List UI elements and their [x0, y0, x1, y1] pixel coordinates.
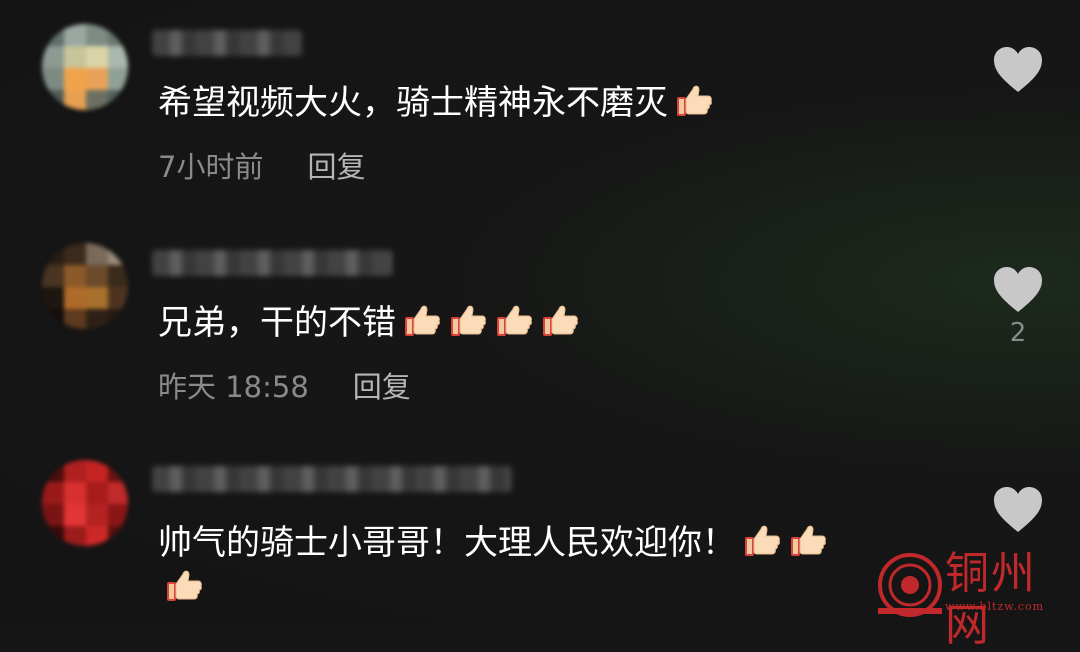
- username-blurred[interactable]: [152, 466, 512, 492]
- thumbs-up-icon: [674, 80, 714, 120]
- thumbs-up-icon: [164, 565, 204, 605]
- reply-button[interactable]: 回复: [353, 370, 411, 404]
- avatar[interactable]: [42, 243, 128, 329]
- comment-text: 帅气的骑士小哥哥！大理人民欢迎你！: [158, 520, 828, 610]
- comment-text: 希望视频大火，骑士精神永不磨灭: [158, 80, 714, 125]
- reply-button[interactable]: 回复: [307, 150, 365, 184]
- comment-time: 昨天 18:58: [158, 370, 309, 404]
- comment-time: 7小时前: [158, 150, 264, 184]
- username-blurred[interactable]: [152, 30, 302, 56]
- thumbs-up-icon: [788, 520, 828, 560]
- comment-body: 兄弟，干的不错: [158, 303, 396, 343]
- emoji-group: [668, 83, 714, 123]
- thumbs-up-icon: [402, 300, 442, 340]
- comment-body: 帅气的骑士小哥哥！大理人民欢迎你！: [158, 523, 736, 563]
- emoji-group: [396, 303, 580, 343]
- thumbs-up-icon: [742, 520, 782, 560]
- heart-icon[interactable]: [992, 486, 1044, 534]
- comment-meta: 昨天 18:58 回复: [158, 364, 411, 406]
- like-count: 2: [1009, 318, 1027, 348]
- comment-text: 兄弟，干的不错: [158, 300, 580, 345]
- thumbs-up-icon: [540, 300, 580, 340]
- heart-icon[interactable]: [992, 266, 1044, 314]
- comment-meta: 7小时前 回复: [158, 144, 365, 186]
- avatar[interactable]: [42, 24, 128, 110]
- thumbs-up-icon: [448, 300, 488, 340]
- comment-body: 希望视频大火，骑士精神永不磨灭: [158, 83, 668, 123]
- avatar[interactable]: [42, 460, 128, 546]
- thumbs-up-icon: [494, 300, 534, 340]
- watermark-url: www.bltzw.com: [945, 600, 1045, 613]
- username-blurred[interactable]: [152, 250, 392, 276]
- heart-icon[interactable]: [992, 46, 1044, 94]
